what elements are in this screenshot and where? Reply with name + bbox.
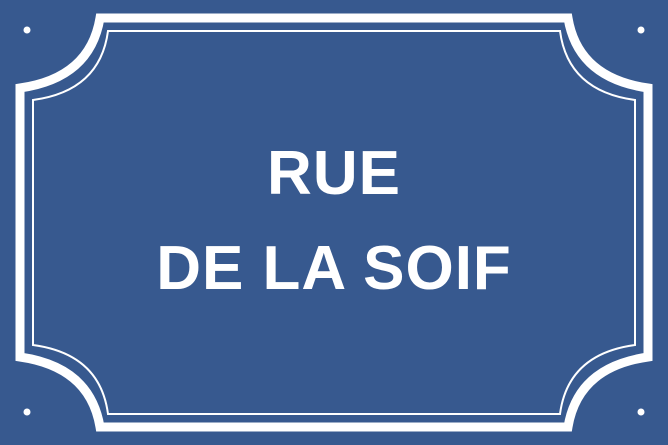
screw-hole-bottom-left — [23, 408, 31, 416]
sign-line-street-name: DE LA SOIF — [156, 234, 512, 303]
screw-hole-top-right — [637, 26, 645, 34]
sign-background — [0, 0, 668, 445]
screw-hole-bottom-right — [637, 408, 645, 416]
screw-hole-top-left — [23, 26, 31, 34]
sign-line-rue: RUE — [267, 139, 401, 208]
street-sign: RUE DE LA SOIF — [0, 0, 668, 445]
sign-plate — [0, 0, 668, 445]
